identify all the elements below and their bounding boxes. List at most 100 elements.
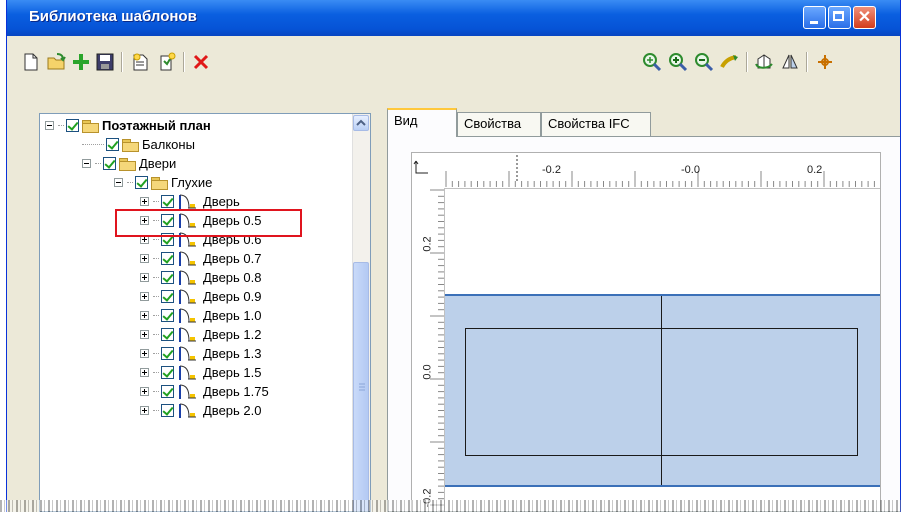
tree-item-label: Поэтажный план xyxy=(102,118,211,133)
close-button[interactable]: ✕ xyxy=(853,6,876,29)
expand-icon[interactable] xyxy=(140,311,149,320)
expand-icon[interactable] xyxy=(140,330,149,339)
door-icon xyxy=(177,384,197,400)
tree-item-folder[interactable]: Двери xyxy=(82,154,176,173)
scroll-up-button[interactable] xyxy=(353,115,369,131)
horizontal-ruler: -0.2 -0.0 0.2 xyxy=(412,153,880,189)
folder-icon xyxy=(122,138,139,152)
tree-connector xyxy=(153,296,159,297)
maximize-button[interactable] xyxy=(828,6,851,29)
tree-connector xyxy=(153,334,159,335)
grip-icon xyxy=(359,383,365,391)
save-icon[interactable] xyxy=(93,50,117,74)
zoom-extents-icon[interactable] xyxy=(640,50,664,74)
expand-icon[interactable] xyxy=(140,406,149,415)
tree-item-door[interactable]: Дверь 2.0 xyxy=(140,401,261,420)
snap-icon[interactable] xyxy=(813,50,837,74)
mirror-icon[interactable] xyxy=(778,50,802,74)
template-library-window: Библиотека шаблонов ✕ Поэтажный план Бал… xyxy=(6,0,901,512)
expand-icon[interactable] xyxy=(140,292,149,301)
tab-view[interactable]: Вид xyxy=(387,108,457,137)
expand-icon[interactable] xyxy=(140,387,149,396)
tree-connector xyxy=(58,125,64,126)
door-icon xyxy=(177,327,197,343)
item-checkbox[interactable] xyxy=(161,385,174,398)
tree-item-label: Дверь 1.2 xyxy=(203,327,262,342)
tree-item-folder[interactable]: Глухие xyxy=(114,173,212,192)
item-checkbox[interactable] xyxy=(161,252,174,265)
tree-item-door[interactable]: Дверь 1.3 xyxy=(140,344,261,363)
door-icon xyxy=(177,308,197,324)
tree-item-label: Дверь 1.5 xyxy=(203,365,262,380)
tab-label: Вид xyxy=(394,113,418,128)
hruler-label: -0.2 xyxy=(542,164,561,176)
tree-connector xyxy=(127,182,133,183)
delete-icon[interactable] xyxy=(189,50,213,74)
item-checkbox[interactable] xyxy=(161,195,174,208)
item-checkbox[interactable] xyxy=(161,271,174,284)
tree-item-label: Дверь 0.9 xyxy=(203,289,262,304)
zoom-in-icon[interactable] xyxy=(666,50,690,74)
expand-icon[interactable] xyxy=(140,349,149,358)
item-checkbox[interactable] xyxy=(135,176,148,189)
item-checkbox[interactable] xyxy=(103,157,116,170)
collapse-icon[interactable] xyxy=(114,178,123,187)
window-title: Библиотека шаблонов xyxy=(29,8,197,25)
folder-icon xyxy=(151,176,168,190)
collapse-icon[interactable] xyxy=(82,159,91,168)
toolbar-separator xyxy=(121,52,123,72)
zoom-out-icon[interactable] xyxy=(692,50,716,74)
tree-item-label: Дверь 1.0 xyxy=(203,308,262,323)
tree-item-door[interactable]: Дверь 1.75 xyxy=(140,382,269,401)
scroll-thumb[interactable] xyxy=(353,262,369,511)
preview-canvas[interactable]: -0.2 -0.0 0.2 0.2 0.0 -0.2 xyxy=(411,152,881,511)
title-bar[interactable]: Библиотека шаблонов ✕ xyxy=(7,0,900,36)
item-checkbox[interactable] xyxy=(161,366,174,379)
item-checkbox[interactable] xyxy=(161,309,174,322)
pan-icon[interactable] xyxy=(718,50,742,74)
new-folder-icon[interactable] xyxy=(129,50,153,74)
expand-icon[interactable] xyxy=(140,368,149,377)
tree-item-label: Балконы xyxy=(142,137,195,152)
add-icon[interactable] xyxy=(69,50,93,74)
minimize-button[interactable] xyxy=(803,6,826,29)
item-checkbox[interactable] xyxy=(161,347,174,360)
tree-item-door[interactable]: Дверь 1.2 xyxy=(140,325,261,344)
tree-item-folder[interactable]: Балконы xyxy=(82,135,195,154)
item-checkbox[interactable] xyxy=(161,290,174,303)
tree-item-door[interactable]: Дверь 1.0 xyxy=(140,306,261,325)
tree-item-door[interactable]: Дверь 0.9 xyxy=(140,287,261,306)
tree-connector xyxy=(153,239,159,240)
tree-connector xyxy=(153,315,159,316)
expand-icon[interactable] xyxy=(140,273,149,282)
tab-ifc-properties[interactable]: Свойства IFC xyxy=(541,112,651,136)
collapse-icon[interactable] xyxy=(45,121,54,130)
door-icon xyxy=(177,346,197,362)
tree-connector xyxy=(153,258,159,259)
door-icon xyxy=(177,289,197,305)
expand-icon[interactable] xyxy=(140,254,149,263)
tab-label: Свойства xyxy=(464,116,522,131)
item-checkbox[interactable] xyxy=(106,138,119,151)
open-icon[interactable] xyxy=(45,50,69,74)
tree-item-door[interactable]: Дверь 0.8 xyxy=(140,268,261,287)
new-icon[interactable] xyxy=(19,50,43,74)
expand-icon[interactable] xyxy=(140,197,149,206)
new-template-icon[interactable] xyxy=(155,50,179,74)
item-checkbox[interactable] xyxy=(161,404,174,417)
chevron-up-icon xyxy=(356,119,366,126)
rotate-3d-icon[interactable] xyxy=(752,50,776,74)
toolbar xyxy=(7,50,900,90)
tree-item-door[interactable]: Дверь 0.7 xyxy=(140,249,261,268)
tree-scrollbar[interactable] xyxy=(352,114,370,511)
tree-item-label: Глухие xyxy=(171,175,213,190)
item-checkbox[interactable] xyxy=(161,328,174,341)
folder-icon xyxy=(82,119,99,133)
tree-item-folder[interactable]: Поэтажный план xyxy=(45,116,211,135)
door-icon xyxy=(177,403,197,419)
tree-item-door[interactable]: Дверь 1.5 xyxy=(140,363,261,382)
template-tree[interactable]: Поэтажный план Балконы Двери Глухие Дверь Две… xyxy=(39,113,371,512)
item-checkbox[interactable] xyxy=(66,119,79,132)
tree-connector xyxy=(153,277,159,278)
tab-properties[interactable]: Свойства xyxy=(457,112,541,136)
